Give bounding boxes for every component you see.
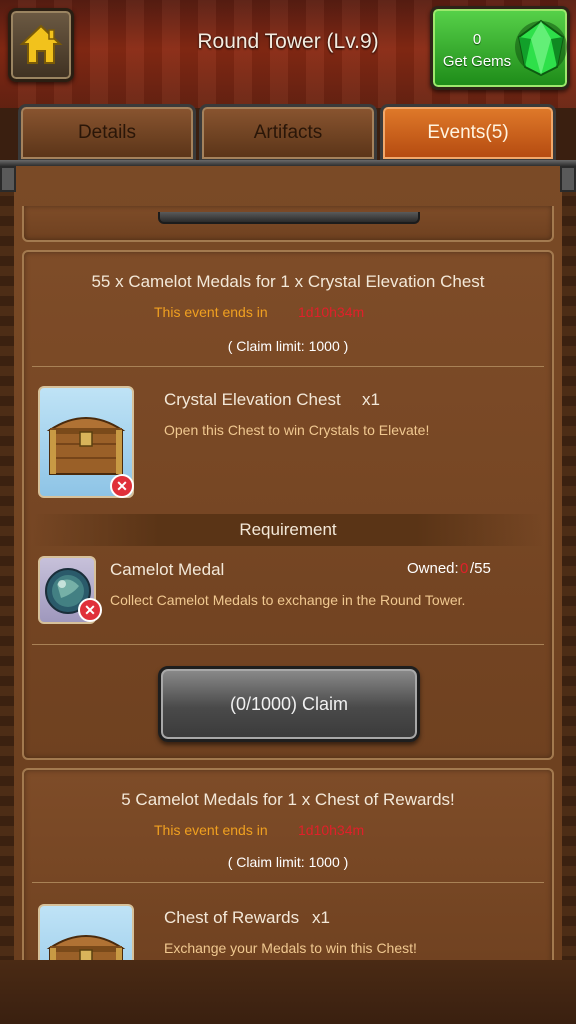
reward-quantity: x1 (362, 390, 380, 409)
treasure-chest-icon (46, 417, 126, 475)
treasure-chest-icon (46, 935, 126, 960)
previous-event-panel (22, 206, 554, 242)
divider (32, 882, 544, 883)
reward-name: Crystal Elevation Chest (164, 390, 341, 409)
remove-x-icon: ✕ (78, 598, 102, 622)
tab-events[interactable]: Events(5) (380, 104, 556, 162)
event-title: 55 x Camelot Medals for 1 x Crystal Elev… (91, 272, 485, 291)
get-gems-label: Get Gems (442, 53, 512, 70)
requirement-name: Camelot Medal (110, 560, 225, 579)
gems-count: 0 (472, 31, 482, 48)
event-time-remaining: 1d10h34m (298, 304, 365, 320)
reward-name: Chest of Rewards (164, 908, 300, 927)
divider (32, 644, 544, 645)
bottom-bar (0, 960, 576, 1024)
claim-button[interactable]: (0/1000) Claim (158, 666, 420, 742)
get-gems-button[interactable]: 0 Get Gems (430, 6, 570, 90)
event-time-remaining: 1d10h34m (298, 822, 365, 838)
left-frame-border (0, 166, 14, 960)
requirement-description: Collect Camelot Medals to exchange in th… (110, 592, 466, 608)
event-ends-label: This event ends in (154, 822, 268, 838)
green-gem-icon (515, 19, 567, 77)
reward-description: Open this Chest to win Crystals to Eleva… (164, 422, 430, 438)
reward-item-icon[interactable] (38, 904, 134, 960)
frame-rivet (560, 166, 576, 192)
home-icon (19, 24, 63, 64)
claim-limit: ( Claim limit: 1000 ) (227, 854, 349, 870)
owned-count: 0 (460, 560, 469, 577)
page-title: Round Tower (Lv.9) (197, 30, 379, 53)
right-frame-border (562, 166, 576, 960)
event-ends-label: This event ends in (154, 304, 268, 320)
tab-details[interactable]: Details (18, 104, 196, 162)
requirement-heading: Requirement (32, 514, 544, 546)
tab-artifacts[interactable]: Artifacts (199, 104, 377, 162)
divider (32, 366, 544, 367)
claim-limit: ( Claim limit: 1000 ) (227, 338, 349, 354)
event-card: 55 x Camelot Medals for 1 x Crystal Elev… (22, 250, 554, 760)
owned-label: Owned: (407, 560, 459, 577)
reward-quantity: x1 (312, 908, 330, 927)
frame-rivet (0, 166, 16, 192)
home-button[interactable] (8, 8, 74, 82)
event-title: 5 Camelot Medals for 1 x Chest of Reward… (121, 790, 455, 809)
owned-required: /55 (470, 560, 491, 577)
previous-claim-button-edge[interactable] (158, 212, 420, 224)
event-card: 5 Camelot Medals for 1 x Chest of Reward… (22, 768, 554, 960)
remove-x-icon: ✕ (110, 474, 134, 498)
events-scroll-area[interactable]: 55 x Camelot Medals for 1 x Crystal Elev… (0, 166, 576, 960)
reward-description: Exchange your Medals to win this Chest! (164, 940, 417, 956)
